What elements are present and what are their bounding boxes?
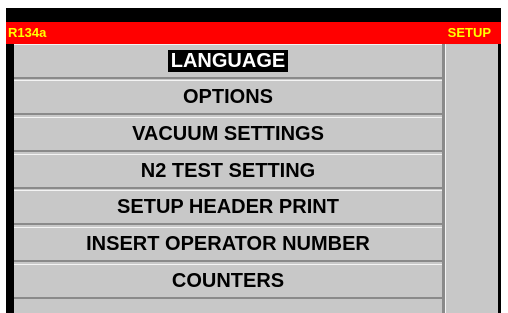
status-header: R134a SETUP <box>6 22 501 44</box>
menu-item-insert-operator-number[interactable]: INSERT OPERATOR NUMBER <box>14 227 442 262</box>
panel-divider <box>442 44 446 313</box>
menu-item-vacuum-settings[interactable]: VACUUM SETTINGS <box>14 117 442 152</box>
setup-menu-panel: LANGUAGE OPTIONS VACUUM SETTINGS N2 TEST… <box>14 44 498 313</box>
menu-item-label: N2 TEST SETTING <box>140 159 316 182</box>
menu-item-label: INSERT OPERATOR NUMBER <box>86 232 370 255</box>
menu-item-setup-header-print[interactable]: SETUP HEADER PRINT <box>14 190 442 225</box>
menu-item-label: SETUP HEADER PRINT <box>117 195 339 218</box>
menu-item-counters[interactable]: COUNTERS <box>14 264 442 299</box>
menu-item-label: LANGUAGE <box>167 50 289 72</box>
menu-item-label: OPTIONS <box>182 85 273 108</box>
device-screen: R134a SETUP LANGUAGE OPTIONS VACUUM SETT… <box>6 8 501 313</box>
menu-item-label: COUNTERS <box>171 269 285 292</box>
refrigerant-label: R134a <box>8 25 47 40</box>
screen-title: SETUP <box>447 25 491 40</box>
menu-item-label: VACUUM SETTINGS <box>132 122 324 145</box>
menu-item-options[interactable]: OPTIONS <box>14 80 442 115</box>
menu-item-n2-test-setting[interactable]: N2 TEST SETTING <box>14 154 442 189</box>
menu-item-language[interactable]: LANGUAGE <box>14 44 442 79</box>
